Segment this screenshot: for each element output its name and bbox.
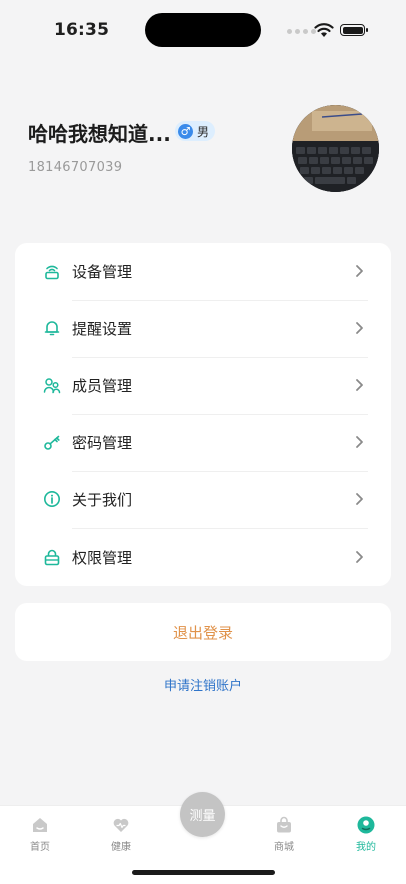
status-time: 16:35: [54, 20, 110, 40]
bell-icon: [44, 321, 60, 336]
menu-item-label: 密码管理: [72, 434, 133, 452]
dynamic-island: [145, 13, 261, 47]
avatar-photo: [292, 105, 379, 192]
profile-name[interactable]: 哈哈我想知道...: [28, 118, 171, 147]
menu-item-label: 提醒设置: [72, 320, 133, 338]
menu-item-label: 关于我们: [72, 491, 133, 509]
gender-label: 男: [197, 124, 210, 139]
tab-mall[interactable]: 商城: [254, 816, 314, 853]
menu-item-member-management[interactable]: 成员管理: [15, 357, 391, 414]
members-icon: [43, 378, 61, 394]
tab-label: 商城: [274, 842, 294, 853]
menu-item-label: 成员管理: [72, 377, 133, 395]
tab-mine[interactable]: 我的: [336, 816, 396, 853]
menu-item-permission-management[interactable]: 权限管理: [15, 529, 391, 586]
cellular-signal-icon: [287, 29, 316, 34]
chevron-right-icon: [356, 265, 363, 277]
router-icon: [45, 265, 59, 280]
home-indicator: [132, 870, 275, 875]
status-bar: 16:35: [0, 0, 406, 60]
cancel-account-link[interactable]: 申请注销账户: [0, 675, 406, 694]
avatar[interactable]: [292, 105, 379, 192]
lock-icon: [44, 549, 60, 566]
tab-home[interactable]: 首页: [10, 816, 70, 853]
heart-icon: [113, 818, 129, 832]
logout-label: 退出登录: [172, 623, 233, 642]
info-icon: [44, 491, 60, 507]
shop-bag-icon: [277, 816, 291, 833]
male-icon: ♂: [178, 123, 193, 139]
menu-item-label: 设备管理: [72, 263, 133, 281]
chevron-right-icon: [356, 379, 363, 391]
menu-item-device-management[interactable]: 设备管理: [15, 243, 391, 300]
home-icon: [33, 818, 47, 832]
chevron-right-icon: [356, 322, 363, 334]
menu-item-reminder-settings[interactable]: 提醒设置: [15, 300, 391, 357]
profile-icon: [357, 816, 375, 834]
tab-label: 健康: [111, 842, 131, 853]
tab-health[interactable]: 健康: [91, 816, 151, 853]
logout-button[interactable]: 退出登录: [15, 603, 391, 661]
menu-item-label: 权限管理: [72, 549, 133, 567]
gender-badge: ♂ 男: [175, 121, 216, 141]
settings-menu-card: 设备管理 提醒设置 成员管理 密码管理 关于我们 权限管理: [15, 243, 391, 586]
tab-label: 首页: [30, 842, 50, 853]
wifi-icon: [314, 23, 334, 37]
measure-button[interactable]: 测量: [180, 792, 225, 837]
menu-item-password-management[interactable]: 密码管理: [15, 414, 391, 471]
chevron-right-icon: [356, 551, 363, 563]
key-icon: [44, 435, 60, 450]
tab-label: 我的: [356, 842, 376, 853]
chevron-right-icon: [356, 493, 363, 505]
menu-item-about-us[interactable]: 关于我们: [15, 471, 391, 528]
battery-icon: [340, 24, 368, 36]
chevron-right-icon: [356, 436, 363, 448]
phone-number: 18146707039: [28, 160, 123, 175]
